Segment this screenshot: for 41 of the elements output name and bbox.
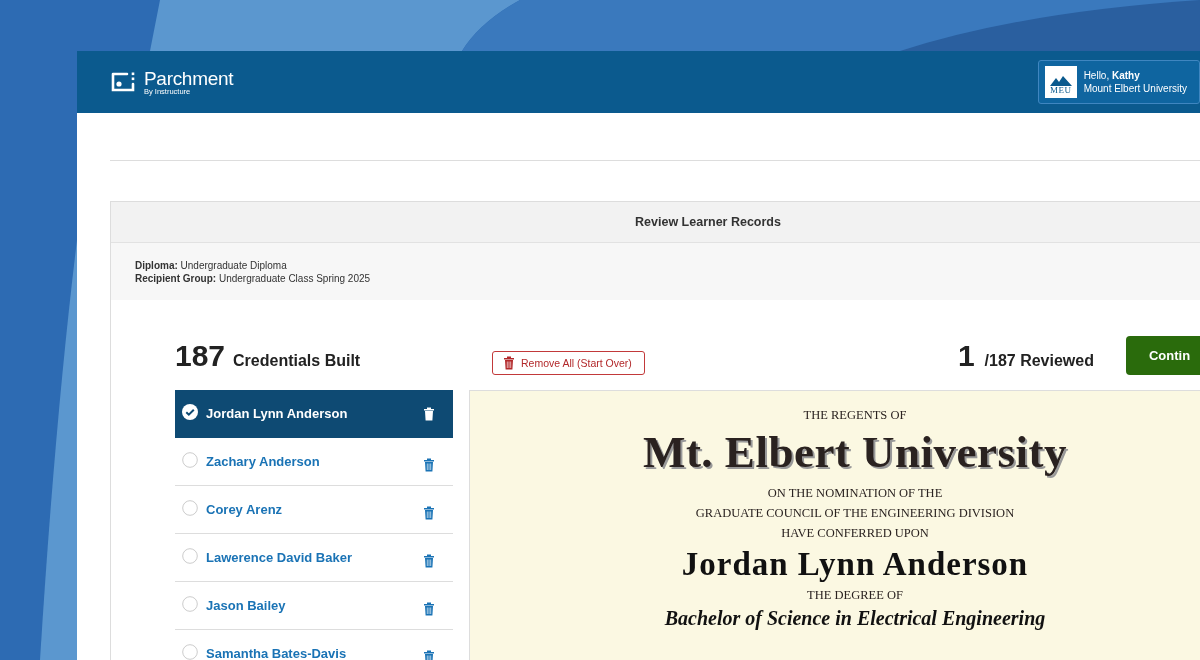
credentials-count: 187: [175, 339, 226, 373]
trash-icon[interactable]: [503, 356, 515, 370]
trash-icon[interactable]: [423, 457, 435, 472]
institution-name: Mount Elbert University: [1083, 82, 1187, 95]
panel-title: Review Learner Records: [635, 215, 781, 229]
learner-item[interactable]: Samantha Bates-Davis: [175, 630, 453, 660]
radio-icon[interactable]: [182, 644, 198, 660]
learner-item[interactable]: Jason Bailey: [175, 582, 453, 630]
app-logo[interactable]: Parchment: [144, 68, 234, 88]
radio-icon[interactable]: [182, 452, 198, 468]
user-card[interactable]: MEU Hello, Kathy Mount Elbert University: [1037, 60, 1200, 104]
recipient-name: Jordan Lynn Anderson: [681, 545, 1029, 584]
detail-text: Recipient Group: Undergraduate Class Spring 2025: [135, 272, 372, 285]
university-logo: MEU: [1044, 66, 1077, 98]
continue-button[interactable]: Contin: [1125, 335, 1200, 375]
diploma-text: THE DEGREE OF: [807, 587, 903, 604]
learner-item[interactable]: Zachary Anderson: [175, 438, 453, 486]
diploma-text: ON THE NOMINATION OF THE: [767, 485, 943, 502]
diploma-text: GRADUATE COUNCIL OF THE ENGINEERING DIVISION: [695, 505, 1015, 522]
diploma-text: THE REGENTS OF: [803, 407, 907, 424]
trash-icon[interactable]: [423, 601, 435, 616]
degree-name: Bachelor of Science in Electrical Engineering: [664, 606, 1046, 631]
trash-icon[interactable]: [423, 649, 435, 660]
learner-item[interactable]: Lawerence David Baker: [175, 534, 453, 582]
detail-text: Diploma: Undergraduate Diploma: [135, 259, 288, 272]
diploma-title: Mt. Elbert University: [642, 426, 1068, 479]
check-icon: [182, 404, 198, 420]
trash-icon[interactable]: [423, 553, 435, 568]
radio-icon[interactable]: [182, 548, 198, 564]
radio-icon[interactable]: [182, 596, 198, 612]
trash-icon[interactable]: [423, 406, 435, 421]
diploma-text: HAVE CONFERRED UPON: [781, 525, 929, 542]
reviewed-label: /187 Reviewed: [984, 352, 1094, 370]
remove-all-button[interactable]: Remove All (Start Over): [492, 351, 645, 375]
credentials-label: Credentials Built: [233, 352, 361, 370]
radio-icon[interactable]: [182, 500, 198, 516]
learner-item[interactable]: Corey Arenz: [175, 486, 453, 534]
trash-icon[interactable]: [423, 505, 435, 520]
reviewed-count: 1: [957, 339, 975, 373]
learner-item[interactable]: Jordan Lynn Anderson: [175, 390, 453, 438]
user-greeting: Hello, Kathy: [1083, 69, 1141, 82]
